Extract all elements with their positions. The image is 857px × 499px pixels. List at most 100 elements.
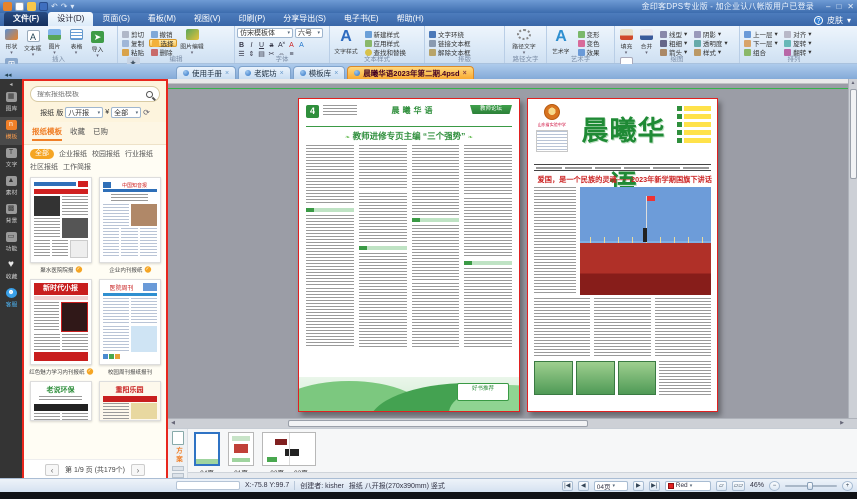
font-size-select[interactable]: 六号▾ — [295, 28, 323, 38]
search-box[interactable] — [30, 86, 160, 102]
template-card[interactable]: 重阳乐园 — [99, 381, 161, 421]
path-text-button[interactable]: 路径文字▾ — [507, 28, 541, 55]
insert-image-button[interactable]: 图片▾ — [45, 28, 64, 55]
maximize-button[interactable]: □ — [836, 2, 841, 11]
horizontal-scroll-thumb[interactable] — [288, 420, 588, 427]
search-icon[interactable] — [146, 91, 153, 98]
template-thumbnail[interactable]: 新时代小报 — [30, 279, 92, 365]
wordart-color-button[interactable]: 变色 — [576, 39, 602, 47]
canvas-vertical-scrollbar[interactable]: ▲ — [848, 79, 857, 418]
menu-file[interactable]: 文件(F) — [4, 12, 48, 26]
undo-icon[interactable]: ↶ — [51, 2, 58, 11]
page-thumb-01[interactable]: 01页 — [228, 432, 254, 477]
template-card[interactable]: 聚水医院院报✓ — [30, 177, 92, 274]
redo-icon[interactable]: ↷ — [61, 2, 68, 11]
font-color-button[interactable]: A — [287, 40, 296, 49]
zoom-slider-thumb[interactable] — [807, 482, 813, 490]
insert-shape-button[interactable]: 形状▾ — [2, 28, 21, 55]
first-page-button[interactable]: |◀ — [562, 481, 573, 491]
template-card[interactable]: 老说环保 — [30, 381, 92, 421]
menu-design[interactable]: 设计(D) — [48, 12, 93, 26]
strikethrough-button[interactable]: a — [267, 40, 276, 49]
chip-all[interactable]: 全部 — [30, 149, 54, 159]
canvas-horizontal-scrollbar[interactable]: ◀ ▶ — [168, 418, 857, 428]
next-page-nav-button[interactable]: ▶ — [633, 481, 644, 491]
price-filter-select[interactable]: 全部▾ — [111, 107, 141, 118]
doc-tab-2[interactable]: 老妮坊 × — [238, 66, 291, 79]
newspaper-page-4[interactable]: 4 晨曦华语 教师论坛 ❧ 教师进修专页主编 “三个强势” ❧ 好书推荐 — [298, 98, 520, 412]
spread-view-button[interactable]: ▱▱ — [732, 481, 745, 491]
tab-close-icon[interactable]: × — [225, 70, 229, 77]
zoom-slider[interactable] — [785, 485, 837, 487]
rail-item-favorites[interactable]: ♥ 收藏 — [0, 257, 22, 285]
doc-tab-manual[interactable]: 使用手册 × — [176, 66, 236, 79]
tab-close-icon[interactable]: × — [463, 70, 467, 77]
color-mode-select[interactable]: Red▾ — [665, 481, 711, 491]
tab-scroll-left-icon[interactable]: ◂◂ — [0, 71, 16, 79]
chip-campus[interactable]: 校园报纸 — [92, 149, 120, 159]
close-button[interactable]: ✕ — [847, 2, 854, 11]
align-button[interactable]: 对齐 ▾ — [782, 30, 813, 38]
template-thumbnail[interactable]: 中国知音报 — [99, 177, 161, 263]
new-style-button[interactable]: 新建样式 — [363, 30, 409, 38]
line-type-button[interactable]: 线型 ▾ — [658, 30, 689, 38]
apply-style-button[interactable]: 应用样式 — [363, 39, 409, 47]
doc-tab-template-lib[interactable]: 模板库 × — [293, 66, 346, 79]
tab-newspaper-templates[interactable]: 报纸模板 — [32, 126, 62, 141]
rail-item-material[interactable]: ▲ 素材 — [0, 173, 22, 201]
superscript-button[interactable]: A˟ — [277, 40, 286, 49]
merge-button[interactable]: 合并▾ — [638, 28, 656, 55]
template-card[interactable]: 医院周刊 校园周刊报纸报刊 — [99, 279, 161, 376]
new-doc-icon[interactable] — [15, 2, 24, 11]
bring-forward-button[interactable]: 上一层 ▾ — [742, 30, 780, 38]
skin-dropdown-icon[interactable]: ▾ — [847, 16, 851, 25]
menu-help[interactable]: 帮助(H) — [388, 12, 433, 26]
shadow-button[interactable]: 阴影 ▾ — [692, 30, 730, 38]
template-thumbnail[interactable]: 医院周刊 — [99, 279, 161, 365]
page-select[interactable]: 04页▾ — [594, 481, 628, 491]
insert-table-button[interactable]: 表格▾ — [67, 28, 86, 55]
last-page-button[interactable]: ▶| — [649, 481, 660, 491]
rail-item-function[interactable]: ▭ 功能 — [0, 229, 22, 257]
chip-enterprise[interactable]: 企业报纸 — [59, 149, 87, 159]
single-page-view-button[interactable]: ▱ — [716, 481, 727, 491]
template-thumbnail[interactable] — [30, 177, 92, 263]
plan-tab[interactable]: 方案 — [173, 447, 183, 464]
menu-board[interactable]: 看板(M) — [139, 12, 185, 26]
line-weight-button[interactable]: 粗细 ▾ — [658, 39, 689, 47]
canvas[interactable]: 4 晨曦华语 教师论坛 ❧ 教师进修专页主编 “三个强势” ❧ 好书推荐 山东省… — [168, 79, 857, 418]
scroll-right-icon[interactable]: ▶ — [837, 419, 847, 428]
search-input[interactable] — [37, 91, 146, 98]
chip-community[interactable]: 社区报纸 — [30, 162, 58, 172]
tab-favorites[interactable]: 收藏 — [70, 126, 85, 141]
newspaper-page-1[interactable]: 山东省实验中学 晨曦华语 爱国，是一个民族的灵魂——2023年新学期国旗下讲话 — [527, 98, 718, 412]
rail-collapse-icon[interactable]: ◂ — [9, 81, 12, 89]
cut-button[interactable]: 剪切 — [120, 30, 146, 38]
zoom-in-button[interactable]: + — [842, 481, 853, 491]
refresh-icon[interactable]: ⟳ — [143, 108, 150, 117]
template-card[interactable]: 中国知音报 企业内刊报纸✓ — [99, 177, 161, 274]
undo-button[interactable]: 撤销 — [149, 30, 177, 38]
chip-industry[interactable]: 行业报纸 — [125, 149, 153, 159]
menu-print[interactable]: 印刷(P) — [230, 12, 275, 26]
underline-button[interactable]: U — [257, 40, 266, 49]
open-folder-icon[interactable] — [27, 2, 36, 11]
help-icon[interactable]: ? — [814, 16, 823, 25]
text-wrap-button[interactable]: 文字环绕 — [427, 30, 473, 38]
tab-close-icon[interactable]: × — [280, 70, 284, 77]
text-style-button[interactable]: A 文字样式 — [332, 28, 360, 55]
link-textbox-button[interactable]: 链接文本框 — [427, 39, 473, 47]
send-backward-button[interactable]: 下一层 ▾ — [742, 39, 780, 47]
page-thumb-04[interactable]: 04页 — [194, 432, 220, 477]
prev-page-button[interactable]: ‹ — [45, 464, 59, 476]
minimize-button[interactable]: – — [826, 2, 830, 11]
paper-size-select[interactable]: 八开报▾ — [65, 107, 103, 118]
menu-share-export[interactable]: 分享导出(S) — [274, 12, 335, 26]
rotate-button[interactable]: 旋转 ▾ — [782, 39, 813, 47]
tab-purchased[interactable]: 已购 — [93, 126, 108, 141]
copy-button[interactable]: 复制 — [120, 39, 146, 47]
next-page-button[interactable]: › — [131, 464, 145, 476]
insert-textbox-button[interactable]: A 文本框▾ — [24, 29, 43, 56]
menu-ebook[interactable]: 电子书(E) — [335, 12, 388, 26]
tab-close-icon[interactable]: × — [334, 70, 338, 77]
